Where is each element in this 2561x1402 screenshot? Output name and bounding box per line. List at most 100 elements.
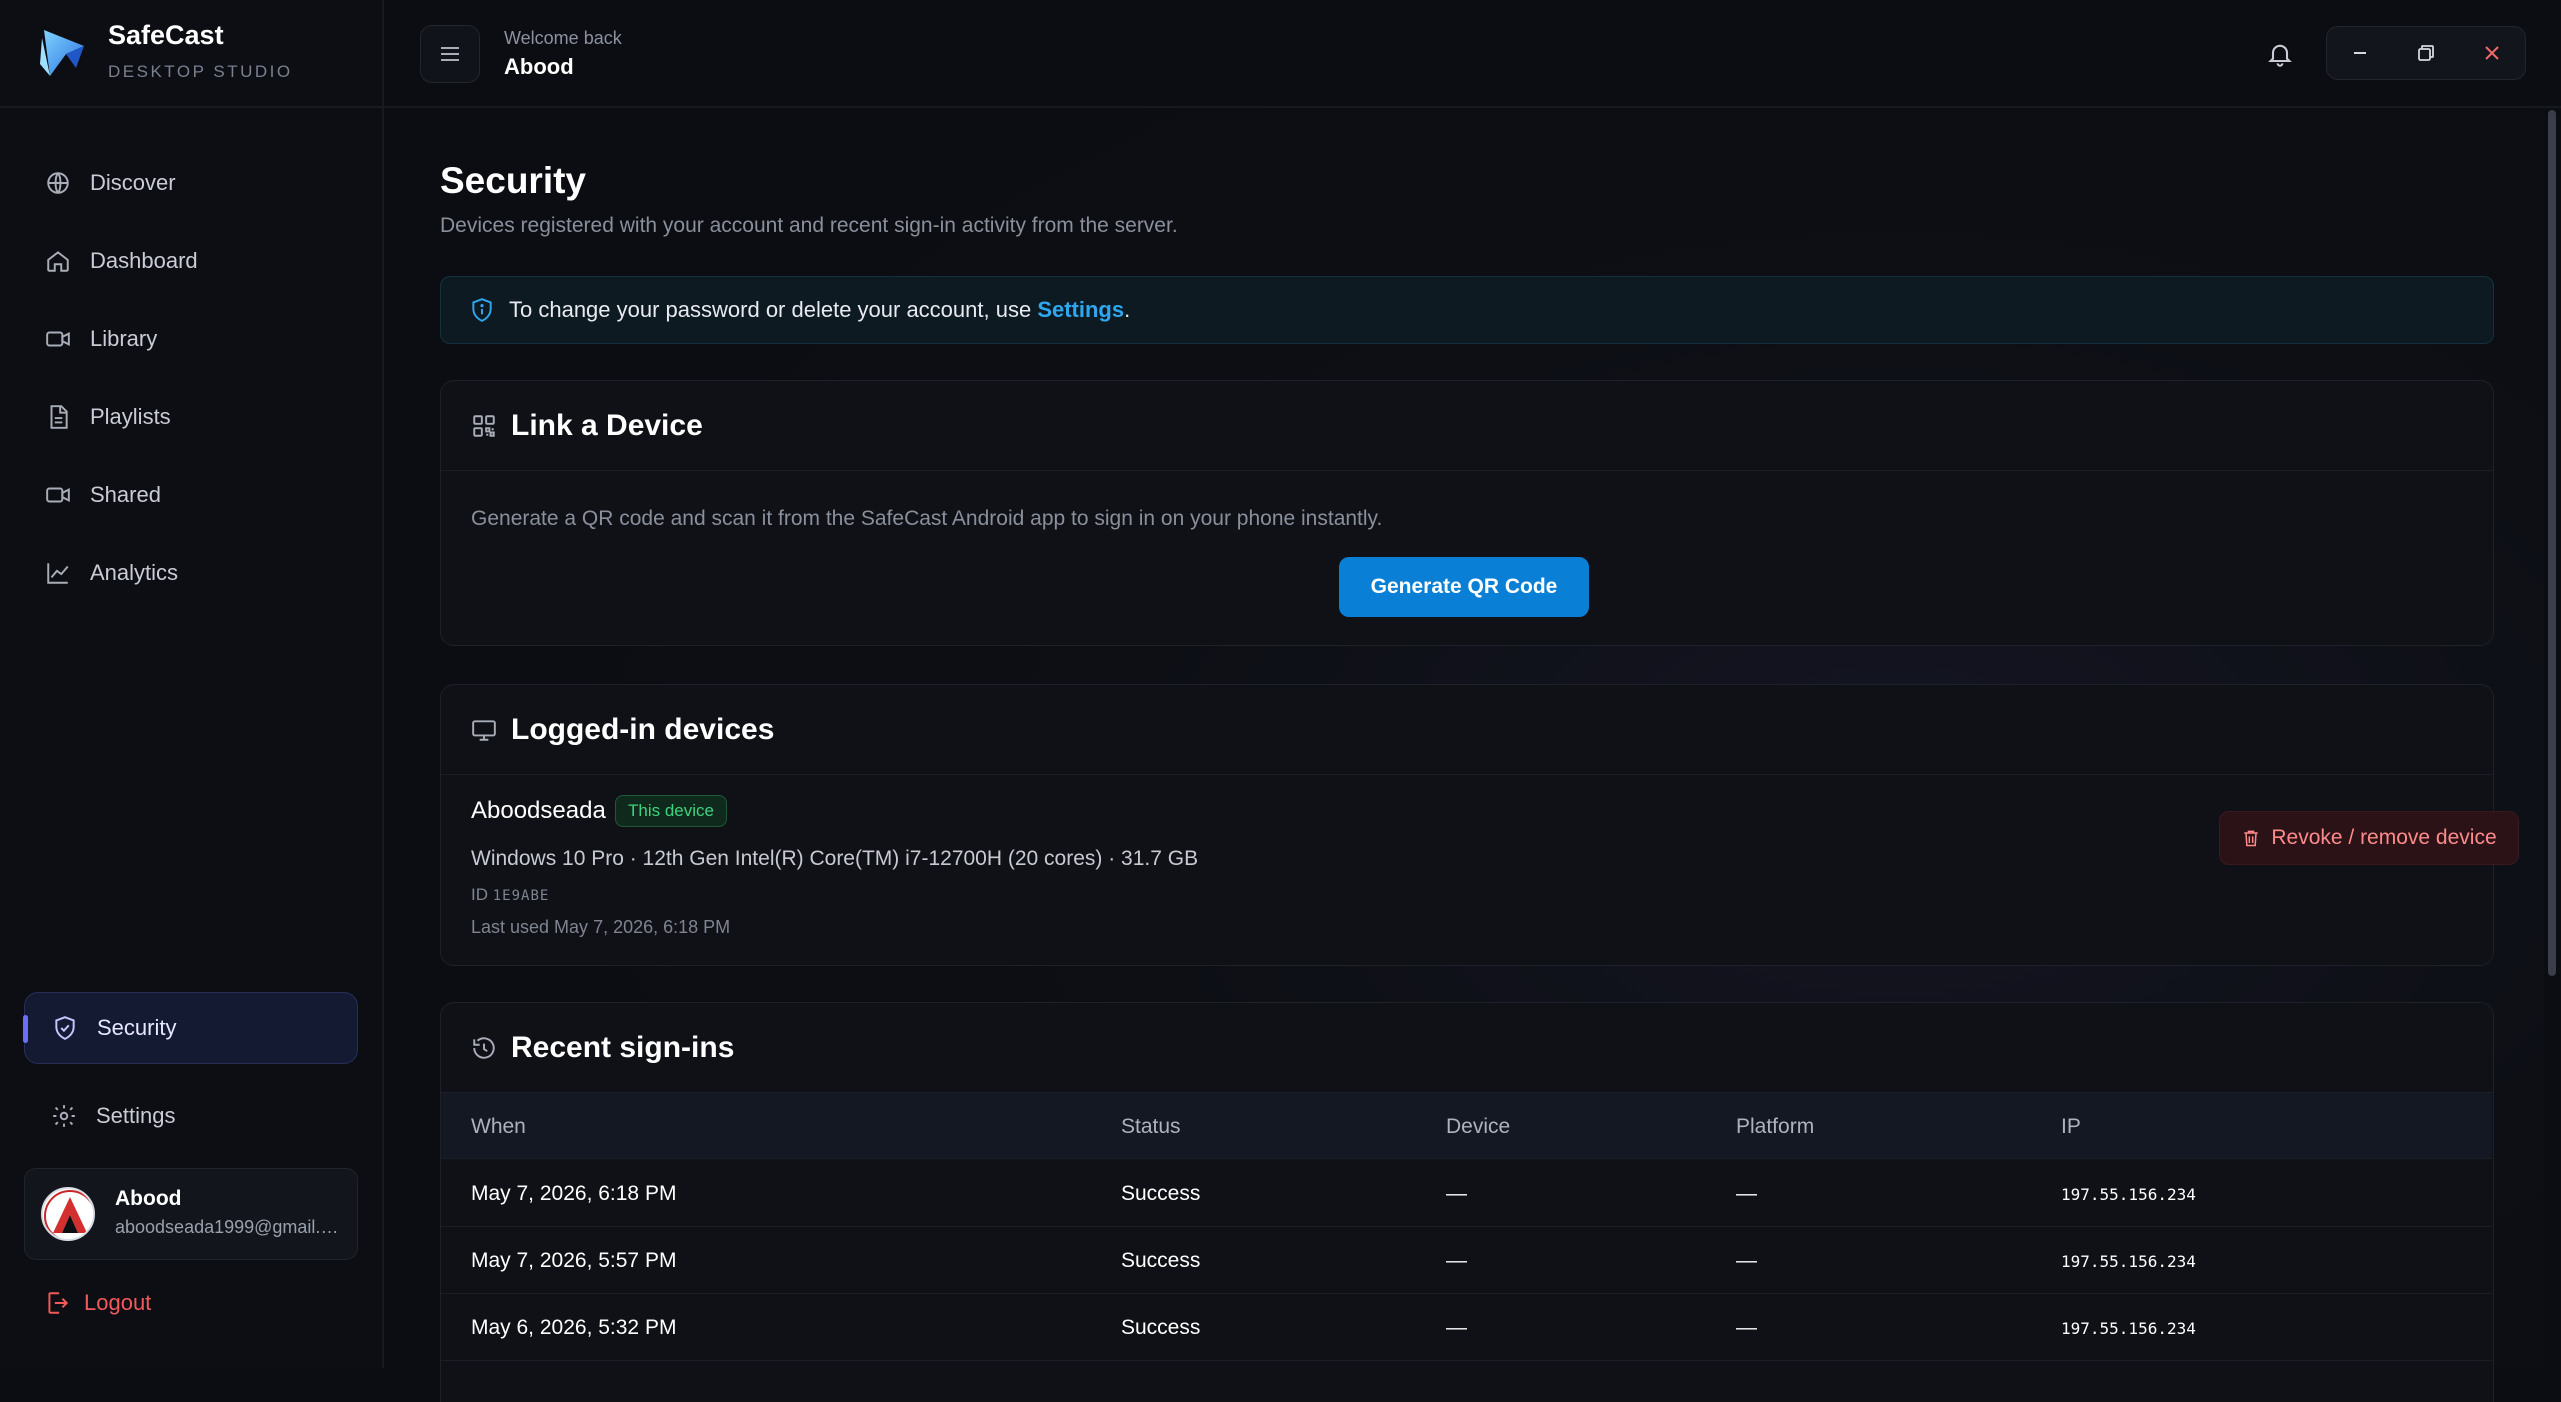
- globe-icon: [44, 169, 72, 197]
- banner-message: To change your password or delete your a…: [509, 297, 1038, 322]
- app-window: SafeCast DESKTOP STUDIO Discover Dashboa…: [0, 0, 2561, 1402]
- minimize-icon: [2354, 52, 2366, 54]
- column-header-platform: Platform: [1736, 1115, 1815, 1138]
- column-header-device: Device: [1446, 1115, 1511, 1138]
- minimize-button[interactable]: [2340, 33, 2380, 73]
- cell-when: May 7, 2026, 6:18 PM: [471, 1182, 677, 1205]
- video-icon: [44, 325, 72, 353]
- table-row: May 7, 2026, 5:57 PM Success — — 197.55.…: [441, 1227, 2492, 1294]
- sidebar-item-library[interactable]: Library: [0, 300, 382, 378]
- device-id: ID 1E9ABE: [471, 885, 549, 905]
- sidebar-item-label: Shared: [90, 482, 161, 507]
- shield-info-icon: [472, 298, 492, 322]
- brand: SafeCast DESKTOP STUDIO: [0, 0, 382, 108]
- restore-button[interactable]: [2406, 33, 2446, 73]
- column-header-when: When: [471, 1115, 526, 1138]
- cell-platform: —: [1736, 1316, 1757, 1339]
- banner-text: To change your password or delete your a…: [509, 297, 1130, 323]
- cell-status: Success: [1121, 1182, 1201, 1205]
- sidebar: SafeCast DESKTOP STUDIO Discover Dashboa…: [0, 0, 384, 1368]
- logged-in-devices-card: Logged-in devices Aboodseada This device…: [440, 684, 2519, 966]
- sidebar-item-shared[interactable]: Shared: [0, 456, 382, 534]
- card-title: Recent sign-ins: [511, 1030, 735, 1064]
- revoke-label: Revoke / remove device: [2271, 826, 2497, 849]
- header-user-name: Abood: [504, 54, 574, 79]
- safecast-logo: [40, 30, 84, 76]
- cell-ip: 197.55.156.234: [2061, 1319, 2196, 1338]
- cell-platform: —: [1736, 1249, 1757, 1272]
- main-content: Security Devices registered with your ac…: [384, 110, 2544, 1402]
- sidebar-item-settings[interactable]: Settings: [24, 1080, 358, 1152]
- table-header: When Status Device Platform IP: [441, 1093, 2492, 1159]
- device-id-label: ID: [471, 885, 488, 904]
- shield-icon: [51, 1014, 79, 1042]
- sidebar-item-label: Discover: [90, 170, 176, 195]
- settings-link[interactable]: Settings: [1037, 297, 1124, 322]
- trash-icon: [2244, 830, 2259, 847]
- column-header-status: Status: [1121, 1115, 1181, 1138]
- user-email: aboodseada1999@gmail.com: [115, 1217, 345, 1237]
- logout-button[interactable]: Logout: [44, 1290, 151, 1316]
- card-title: Logged-in devices: [511, 712, 775, 746]
- page-subtitle: Devices registered with your account and…: [440, 214, 1178, 237]
- table-row: May 6, 2026, 5:32 PM Success — — 197.55.…: [441, 1294, 2492, 1361]
- sidebar-item-analytics[interactable]: Analytics: [0, 534, 382, 612]
- hamburger-icon: [441, 47, 459, 61]
- file-icon: [44, 403, 72, 431]
- user-name: Abood: [115, 1187, 182, 1210]
- device-specs: Windows 10 Pro · 12th Gen Intel(R) Core(…: [471, 847, 1199, 870]
- table-row: May 7, 2026, 6:18 PM Success — — 197.55.…: [441, 1160, 2492, 1227]
- video-icon: [44, 481, 72, 509]
- revoke-device-button[interactable]: Revoke / remove device: [2219, 811, 2519, 865]
- avatar-logo: [44, 1190, 93, 1239]
- sidebar-item-label: Security: [97, 1015, 177, 1040]
- sidebar-item-security[interactable]: Security: [23, 992, 358, 1064]
- cell-device: —: [1446, 1182, 1467, 1205]
- column-header-ip: IP: [2061, 1115, 2081, 1138]
- this-device-badge: This device: [615, 795, 727, 827]
- logout-icon: [48, 1292, 69, 1314]
- welcome-text: Welcome back: [504, 28, 622, 48]
- cell-platform: —: [1736, 1182, 1757, 1205]
- notifications-button[interactable]: [2262, 36, 2298, 72]
- qr-code-icon: [473, 414, 495, 437]
- cell-device: —: [1446, 1316, 1467, 1339]
- scrollbar-thumb[interactable]: [2548, 110, 2556, 976]
- cell-when: May 7, 2026, 5:57 PM: [471, 1249, 677, 1272]
- brand-name: SafeCast: [108, 20, 224, 50]
- link-device-description: Generate a QR code and scan it from the …: [471, 507, 1383, 530]
- top-header: Welcome back Abood: [384, 0, 2561, 108]
- cell-ip: 197.55.156.234: [2061, 1252, 2196, 1271]
- window-controls: [2326, 26, 2526, 80]
- home-icon: [44, 247, 72, 275]
- card-title: Link a Device: [511, 408, 703, 442]
- user-card[interactable]: Abood aboodseada1999@gmail.com: [24, 1168, 358, 1260]
- sidebar-bottom-nav: Security Settings: [23, 992, 358, 1152]
- card-header: Link a Device: [441, 381, 2493, 471]
- cell-device: —: [1446, 1249, 1467, 1272]
- close-button[interactable]: [2472, 33, 2512, 73]
- restore-icon: [2418, 45, 2434, 61]
- sidebar-item-label: Playlists: [90, 404, 171, 429]
- generate-qr-button[interactable]: Generate QR Code: [1339, 557, 1589, 617]
- brand-subtitle: DESKTOP STUDIO: [108, 62, 293, 81]
- logout-label: Logout: [84, 1290, 152, 1315]
- sidebar-item-dashboard[interactable]: Dashboard: [0, 222, 382, 300]
- card-header: Recent sign-ins: [441, 1003, 2493, 1093]
- menu-toggle-button[interactable]: [420, 25, 480, 83]
- monitor-icon: [472, 719, 496, 741]
- gear-icon: [50, 1102, 78, 1130]
- history-icon: [473, 1036, 495, 1059]
- sidebar-item-label: Dashboard: [90, 248, 198, 273]
- cell-status: Success: [1121, 1249, 1201, 1272]
- recent-signins-card: Recent sign-ins When Status Device Platf…: [440, 1002, 2494, 1402]
- info-banner: To change your password or delete your a…: [440, 276, 2494, 344]
- sidebar-item-discover[interactable]: Discover: [0, 144, 382, 222]
- cell-when: May 6, 2026, 5:32 PM: [471, 1316, 677, 1339]
- sidebar-item-label: Analytics: [90, 560, 179, 585]
- card-header: Logged-in devices: [441, 685, 2493, 775]
- cell-ip: 197.55.156.234: [2061, 1185, 2196, 1204]
- banner-suffix: .: [1124, 297, 1131, 322]
- sidebar-nav: Discover Dashboard Library Playlists Sha…: [0, 144, 382, 612]
- sidebar-item-playlists[interactable]: Playlists: [0, 378, 382, 456]
